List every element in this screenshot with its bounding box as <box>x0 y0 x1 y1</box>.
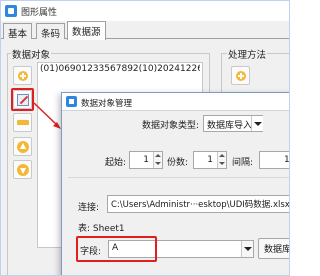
copies-stepper[interactable] <box>217 152 226 168</box>
table-label: 表: Sheet1 <box>78 224 125 234</box>
tab-datasource[interactable]: 数据源 <box>67 21 106 40</box>
connection-field[interactable]: C:\Users\Administr···esktop\UDI码数据.xlsx <box>107 195 290 213</box>
field-highlight <box>76 236 157 262</box>
type-label: 数据对象类型: <box>142 121 200 131</box>
data-objects-label: 数据对象 <box>11 47 52 61</box>
move-down-button[interactable] <box>13 160 32 179</box>
list-item[interactable]: (01)06901233567892(10)20241226(11)2 <box>40 64 200 77</box>
window-titlebar: 图形属性 <box>1 1 289 21</box>
connection-field-value: C:\Users\Administr···esktop\UDI码数据.xlsx <box>111 200 290 210</box>
properties-window: 图形属性 基本 条码 数据源 数据对象 (01)06901233567892(1… <box>0 0 290 276</box>
connection-label: 连接: <box>78 203 100 213</box>
chevron-down-icon[interactable] <box>251 116 263 131</box>
interval-field[interactable]: 1 <box>259 151 290 169</box>
start-stepper[interactable] <box>153 152 162 168</box>
arrow-up-icon <box>17 141 29 153</box>
app-icon <box>5 5 17 17</box>
window-title: 图形属性 <box>21 8 58 18</box>
move-up-button[interactable] <box>13 137 32 156</box>
remove-button[interactable] <box>13 113 32 132</box>
tab-basic[interactable]: 基本 <box>3 23 33 40</box>
start-label: 起始: <box>105 158 127 168</box>
start-field-value: 1 <box>143 155 149 165</box>
minus-icon <box>17 120 29 125</box>
field-select-arrow-icon[interactable] <box>241 241 253 257</box>
copies-field-value: 1 <box>207 155 213 165</box>
copies-label: 份数: <box>167 158 189 168</box>
plus-icon <box>236 71 246 81</box>
interval-label: 间隔: <box>232 158 254 168</box>
processing-add-button[interactable] <box>231 66 250 85</box>
edit-button-highlight <box>11 88 34 111</box>
processing-label: 处理方法 <box>227 47 268 61</box>
dialog-title: 数据对象管理 <box>81 99 133 109</box>
dialog-titlebar: 数据对象管理 <box>62 93 289 111</box>
interval-field-value: 1 <box>284 155 290 165</box>
arrow-down-icon <box>17 164 29 176</box>
tab-barcode[interactable]: 条码 <box>36 23 66 40</box>
type-select-value: 数据库导入 <box>207 121 253 131</box>
tab-strip: 基本 条码 数据源 <box>1 21 289 40</box>
plus-icon <box>18 71 28 81</box>
data-object-dialog: 数据对象管理 数据对象类型: 数据库导入 起始: 1 份数: 1 间隔: 1 连… <box>61 92 290 275</box>
database-button[interactable]: 数据库 <box>258 238 289 259</box>
dialog-app-icon <box>66 96 77 107</box>
divider <box>68 177 289 178</box>
add-button[interactable] <box>13 66 32 85</box>
